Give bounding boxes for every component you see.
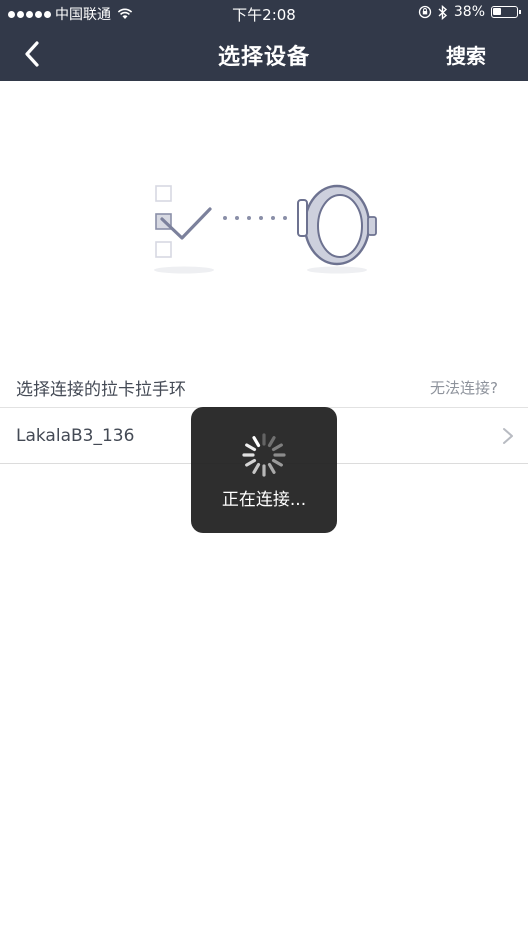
loading-message: 正在连接... xyxy=(221,490,307,510)
spinner-spoke xyxy=(252,462,261,474)
screen: 中国联通 下午2:08 38% 选择设备 搜索 选择连接的拉卡拉手环 无法连接?… xyxy=(0,0,528,939)
bluetooth-icon xyxy=(438,4,447,20)
device-name: LakalaB3_136 xyxy=(16,426,135,446)
spinner-spoke xyxy=(271,443,283,452)
battery-icon xyxy=(491,6,521,18)
pairing-illustration xyxy=(154,184,377,274)
nav-bar: 选择设备 搜索 xyxy=(0,27,528,81)
header: 中国联通 下午2:08 38% 选择设备 搜索 xyxy=(0,0,528,81)
spinner-spoke xyxy=(267,462,276,474)
spinner-spoke xyxy=(252,436,261,448)
status-right: 38% xyxy=(418,4,521,20)
battery-percent: 38% xyxy=(453,4,485,20)
chevron-right-icon xyxy=(503,428,513,444)
status-bar: 中国联通 下午2:08 38% xyxy=(0,0,528,27)
battery-fill xyxy=(493,8,501,15)
search-button[interactable]: 搜索 xyxy=(446,40,486,69)
cant-connect-link[interactable]: 无法连接? xyxy=(430,377,498,398)
checklist-shadow xyxy=(154,266,214,274)
wristband-shadow xyxy=(307,266,367,274)
spinner-spoke xyxy=(271,458,283,467)
wristband-icon xyxy=(297,184,377,266)
orientation-lock-icon xyxy=(418,5,432,19)
spinner-spoke xyxy=(267,436,276,448)
spinner-icon xyxy=(242,433,286,477)
spinner-spoke xyxy=(245,458,257,467)
section-title: 选择连接的拉卡拉手环 xyxy=(16,380,186,400)
section-header: 选择连接的拉卡拉手环 无法连接? xyxy=(0,362,528,408)
spinner-spoke xyxy=(245,443,257,452)
loading-toast: 正在连接... xyxy=(191,407,337,533)
dotted-connector-icon xyxy=(223,216,287,220)
